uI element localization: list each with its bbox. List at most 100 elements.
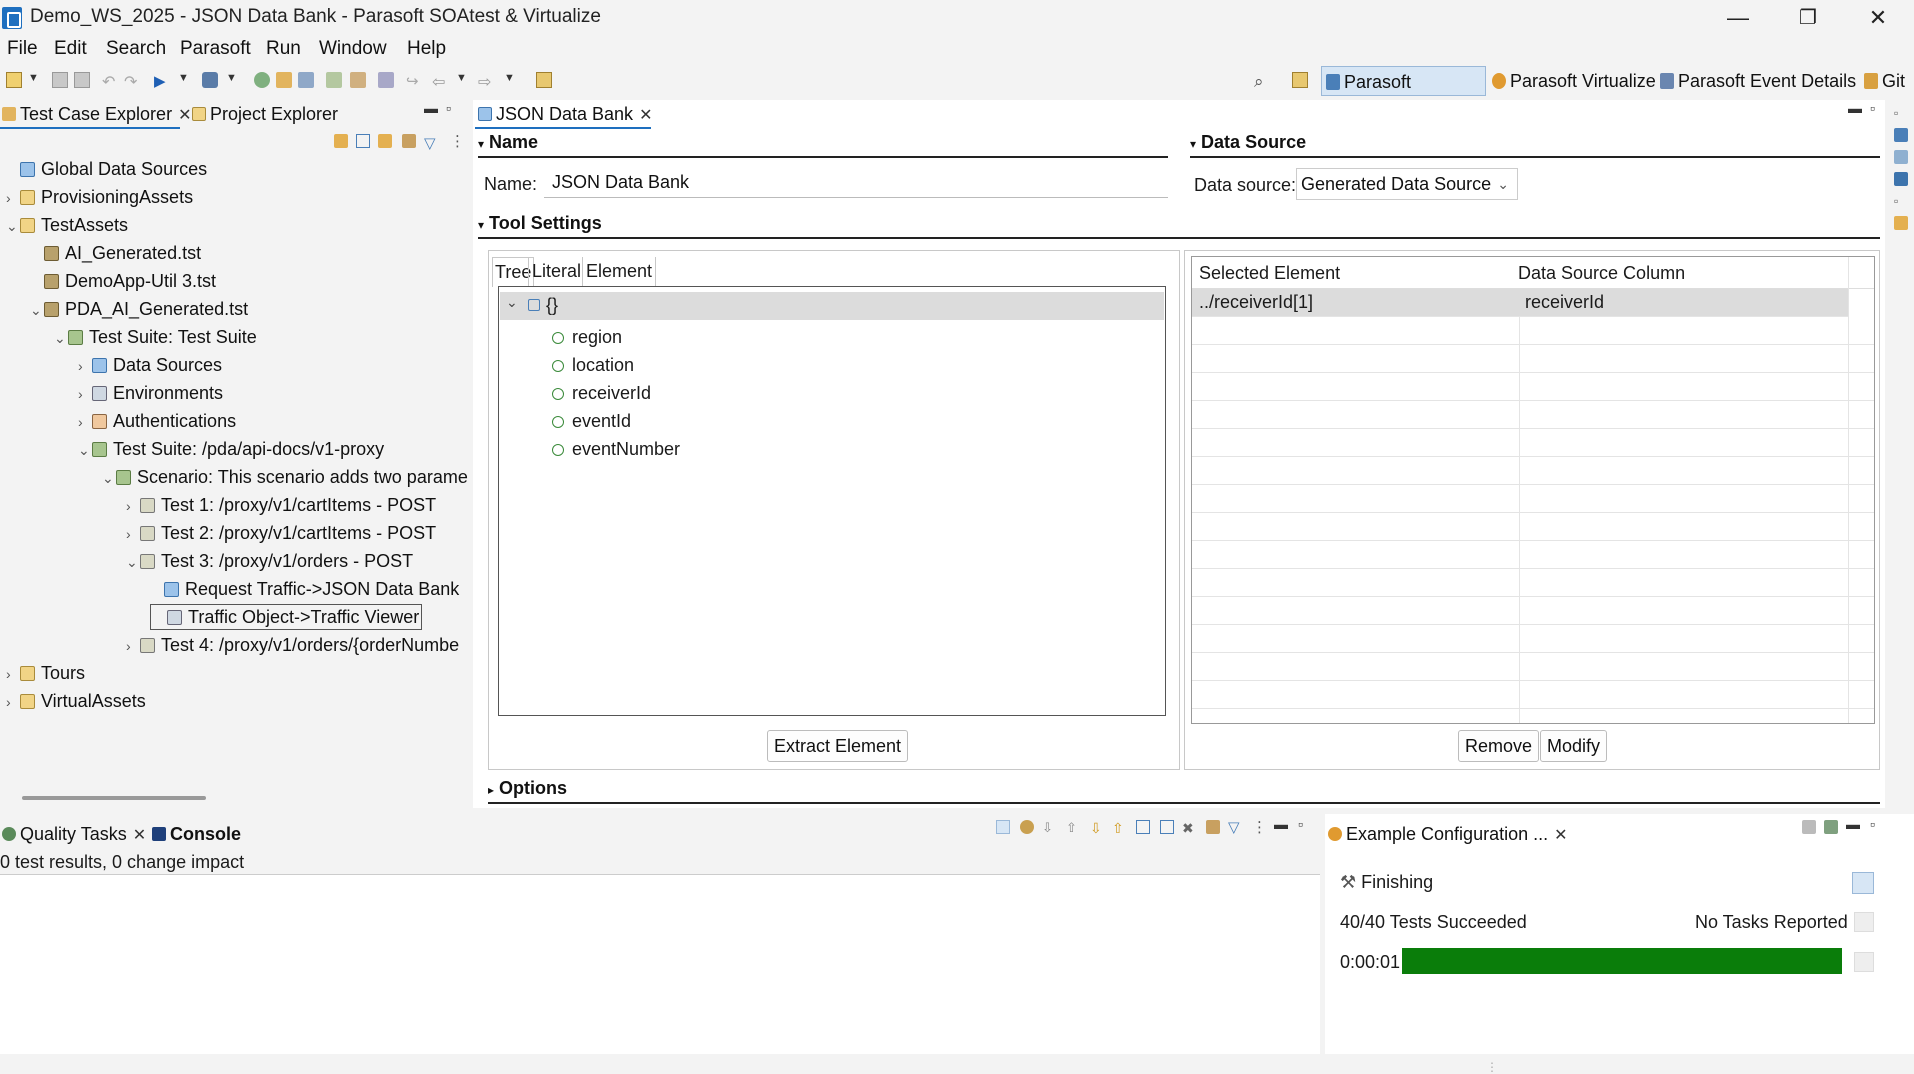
perspective-soatest[interactable]: Parasoft SOAtest [1321, 66, 1486, 122]
table-row[interactable] [1192, 625, 1874, 653]
trim-view3-icon[interactable] [1894, 172, 1908, 186]
perspective-git[interactable]: Git [1860, 66, 1909, 96]
search-icon[interactable]: ⌕ [1254, 72, 1270, 91]
menu-edit[interactable]: Edit [54, 38, 87, 60]
next-icon[interactable]: ⇩ [1090, 820, 1104, 836]
suite-add-icon[interactable] [276, 72, 292, 88]
table-row[interactable] [1192, 569, 1874, 597]
horizontal-scrollbar[interactable] [22, 796, 206, 800]
tab-quality-tasks[interactable]: Quality Tasks ✕ [2, 824, 146, 845]
json-field-item[interactable]: eventNumber [552, 436, 680, 462]
monitor-icon[interactable] [378, 72, 394, 88]
link-editor-icon[interactable] [378, 134, 392, 148]
name-section-header[interactable]: ▾ Name [478, 132, 538, 153]
status-grip-icon[interactable]: ⋮ [1486, 1060, 1498, 1074]
name-input[interactable] [544, 168, 1168, 198]
json-field-item[interactable]: region [552, 324, 622, 350]
filter-icon[interactable]: ▽ [424, 134, 438, 152]
close-editor-tab-icon[interactable]: ✕ [639, 107, 652, 124]
tab-project-explorer[interactable]: Project Explorer [192, 104, 338, 125]
redo-icon[interactable]: ↷ [124, 72, 140, 91]
chevron-down-icon[interactable]: ⌄ [78, 437, 92, 463]
progress-maximize-icon[interactable]: ▫ [1870, 816, 1875, 832]
table-row[interactable] [1192, 457, 1874, 485]
tab-test-case-explorer[interactable]: Test Case Explorer ✕ [2, 104, 191, 125]
json-root-row[interactable]: ⌄ {} [500, 292, 1164, 320]
tree-item[interactable]: AI_Generated.tst [30, 240, 201, 266]
tab-console[interactable]: Console [152, 824, 241, 845]
task-search-icon[interactable] [1854, 912, 1874, 932]
tool-add-icon[interactable] [298, 72, 314, 88]
chevron-right-icon[interactable]: › [6, 661, 20, 687]
tree-item[interactable]: Traffic Object->Traffic Viewer [150, 604, 423, 630]
table-row[interactable] [1192, 541, 1874, 569]
options-section-header[interactable]: ▸ Options [488, 778, 567, 799]
prev-icon[interactable]: ⇧ [1112, 820, 1126, 836]
chevron-right-icon[interactable]: › [78, 381, 92, 407]
tool-icon[interactable] [402, 134, 416, 148]
tree-item[interactable]: ⌄ Scenario: This scenario adds two parame… [102, 464, 468, 490]
data-source-select[interactable]: Generated Data Source ⌄ [1296, 168, 1518, 200]
json-field-item[interactable]: receiverId [552, 380, 651, 406]
table-row[interactable] [1192, 317, 1874, 345]
toggle-icon[interactable] [996, 820, 1010, 834]
chevron-right-icon[interactable]: › [78, 353, 92, 379]
collapse-all-icon[interactable] [356, 134, 370, 148]
chevron-right-icon[interactable]: › [78, 409, 92, 435]
tree-item[interactable]: ⌄ TestAssets [6, 212, 128, 238]
tree-item[interactable]: › Test 4: /proxy/v1/orders/{orderNumbe [126, 632, 459, 658]
tab-element[interactable]: Element [582, 257, 657, 287]
chevron-down-icon[interactable]: ⌄ [6, 213, 20, 239]
editor-minimize-icon[interactable]: ▬ [1848, 100, 1862, 116]
close-configuration-tab-icon[interactable]: ✕ [1554, 827, 1567, 844]
env-icon[interactable] [326, 72, 342, 88]
report-icon[interactable] [1824, 820, 1838, 834]
chevron-right-icon[interactable]: › [6, 689, 20, 714]
save-all-icon[interactable] [74, 72, 90, 88]
sort-icon[interactable]: ⇩ [1042, 820, 1056, 835]
view-menu-icon[interactable]: ⋮ [450, 132, 465, 150]
tree-item[interactable]: ⌄ Test Suite: /pda/api-docs/v1-proxy [78, 436, 384, 462]
tool-settings-section-header[interactable]: ▾ Tool Settings [478, 213, 602, 234]
tab-literal[interactable]: Literal [528, 257, 584, 287]
chevron-down-icon[interactable]: ⌄ [30, 297, 44, 323]
debug-icon[interactable] [202, 72, 218, 88]
table-row[interactable]: ../receiverId[1] receiverId [1192, 289, 1848, 317]
tree-item[interactable]: Global Data Sources [6, 156, 207, 182]
tab-example-configuration[interactable]: Example Configuration ... ✕ [1328, 824, 1568, 845]
save-icon[interactable] [52, 72, 68, 88]
run-icon[interactable]: ▶ [154, 72, 170, 90]
chevron-down-icon[interactable]: ⌄ [54, 325, 68, 351]
trim-view1-icon[interactable] [1894, 128, 1908, 142]
tree-item[interactable]: › Tours [6, 660, 85, 686]
console-maximize-icon[interactable]: ▫ [1298, 816, 1303, 832]
tree-item[interactable]: › ProvisioningAssets [6, 184, 193, 210]
console-minimize-icon[interactable]: ▬ [1274, 816, 1288, 832]
new-dropdown-icon[interactable]: ▼ [28, 72, 40, 88]
expand-all-icon[interactable] [1136, 820, 1150, 834]
chevron-right-icon[interactable]: › [126, 633, 140, 659]
debug-dropdown-icon[interactable]: ▼ [226, 72, 238, 88]
tree-item[interactable]: DemoApp-Util 3.tst [30, 268, 216, 294]
tree-item[interactable]: › Test 2: /proxy/v1/cartItems - POST [126, 520, 436, 546]
maximize-button[interactable]: ❐ [1778, 2, 1838, 34]
table-row[interactable] [1192, 653, 1874, 681]
menu-file[interactable]: File [7, 38, 38, 60]
tree-item[interactable]: ⌄ Test 3: /proxy/v1/orders - POST [126, 548, 413, 574]
tree-item[interactable]: › VirtualAssets [6, 688, 146, 714]
tree-item[interactable]: › Environments [78, 380, 223, 406]
open-perspective-icon[interactable] [536, 72, 552, 88]
pin-icon[interactable] [1206, 820, 1220, 834]
close-window-button[interactable]: ✕ [1848, 2, 1908, 34]
trim-restore2-icon[interactable]: ▫ [1894, 194, 1908, 208]
extract-element-button[interactable]: Extract Element [767, 730, 909, 762]
tree-item[interactable]: › Data Sources [78, 352, 222, 378]
close-tab-icon[interactable]: ✕ [178, 107, 191, 124]
sync-icon[interactable] [334, 134, 348, 148]
menu-run[interactable]: Run [266, 38, 301, 60]
editor-maximize-icon[interactable]: ▫ [1870, 100, 1875, 116]
close-quality-tasks-icon[interactable]: ✕ [133, 827, 146, 844]
table-row[interactable] [1192, 681, 1874, 709]
tree-item[interactable]: › Authentications [78, 408, 236, 434]
undo-icon[interactable]: ↶ [102, 72, 118, 91]
